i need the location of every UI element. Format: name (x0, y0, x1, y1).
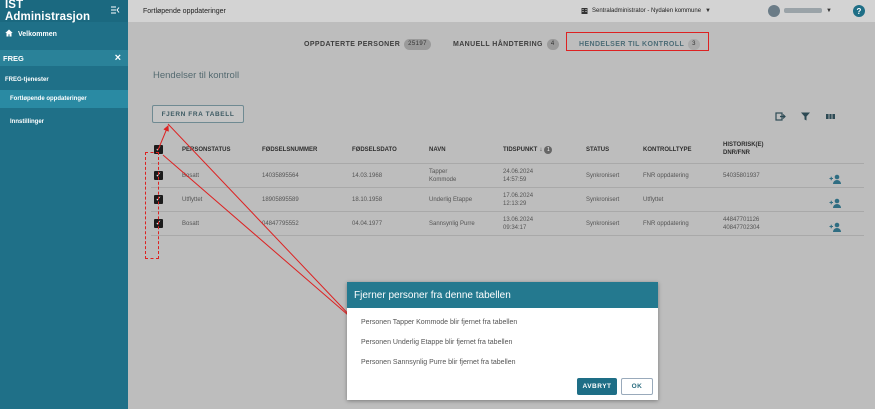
column-header[interactable]: PERSONSTATUS (182, 146, 230, 154)
sidebar: IST Administrasjon Velkommen FREG × FREG… (0, 0, 128, 409)
sidebar-item-label: Innstillinger (10, 119, 45, 125)
sidebar-item-home[interactable]: Velkommen (0, 22, 128, 46)
sidebar-item-label: Fortløpende oppdateringer (10, 96, 87, 102)
sidebar-group-freg-tjenester[interactable]: FREG-tjenester (0, 70, 128, 90)
remove-from-table-button[interactable]: FJERN FRA TABELL (152, 105, 244, 123)
chevron-down-icon: ▼ (826, 8, 832, 14)
table-row[interactable]: ✓ Utflyttet 18905895589 18.10.1958 Under… (151, 188, 864, 212)
cell-fodselsdato: 18.10.1958 (352, 197, 383, 203)
filter-icon[interactable] (800, 109, 811, 121)
sidebar-section-freg[interactable]: FREG × (0, 50, 128, 66)
ok-button[interactable]: OK (621, 378, 653, 395)
row-checkbox[interactable]: ✓ (154, 219, 163, 228)
sidebar-item-label: Velkommen (18, 30, 57, 38)
select-all-checkbox[interactable]: ✓ (154, 145, 163, 154)
tab-label: OPPDATERTE PERSONER (304, 40, 401, 48)
remove-confirm-dialog: Fjerner personer fra denne tabellen Pers… (347, 282, 658, 400)
cell-tidspunkt-date: 17.06.2024 (503, 193, 534, 199)
avatar (768, 5, 780, 17)
collapse-menu-icon[interactable] (111, 6, 120, 16)
cell-fodselsnummer: 14035895564 (262, 173, 299, 179)
column-header[interactable]: KONTROLLTYPE (643, 146, 692, 154)
cell-status: Synkronisert (586, 197, 620, 203)
cell-kontrolltype: Utflyttet (643, 197, 664, 203)
building-icon (581, 7, 588, 16)
help-icon[interactable]: ? (853, 5, 865, 17)
user-name-redacted (784, 7, 822, 15)
cell-historisk-2: 40847702304 (723, 225, 760, 231)
sort-arrow-icon: ↓ (539, 147, 543, 153)
column-header-tidspunkt[interactable]: TIDSPUNKT ↓ 1 (503, 146, 553, 154)
cell-tidspunkt-time: 12:13:29 (503, 201, 527, 207)
table-row[interactable]: ✓ Bosatt 14035895564 14.03.1968 Tapper K… (151, 164, 864, 188)
tab-label: MANUELL HÅNDTERING (453, 40, 543, 48)
cancel-button[interactable]: AVBRYT (577, 378, 617, 395)
cell-tidspunkt-time: 14:57:59 (503, 177, 527, 183)
app-title: IST Administrasjon (5, 0, 91, 23)
close-icon[interactable]: × (115, 52, 121, 64)
cell-personstatus: Bosatt (182, 221, 200, 227)
sidebar-section-label: FREG (3, 53, 24, 63)
column-header[interactable]: STATUS (586, 146, 609, 154)
cell-kontrolltype: FNR oppdatering (643, 221, 689, 227)
cell-tidspunkt-date: 13.06.2024 (503, 217, 534, 223)
table-row[interactable]: ✓ Bosatt 04847795552 04.04.1977 Sannsynl… (151, 212, 864, 236)
cell-fodselsdato: 14.03.1968 (352, 173, 383, 179)
column-header-label: TIDSPUNKT (503, 147, 538, 153)
role-label: Sentraladministrator - Nydalen kommune (592, 8, 702, 14)
user-menu[interactable]: ▼ (768, 5, 832, 17)
dialog-message-line: Personen Sannsynlig Purre blir fjernet f… (361, 359, 516, 366)
role-selector[interactable]: Sentraladministrator - Nydalen kommune ▼ (581, 7, 711, 16)
cell-personstatus: Utflyttet (182, 197, 203, 203)
cell-kontrolltype: FNR oppdatering (643, 173, 689, 179)
cell-status: Synkronisert (586, 221, 620, 227)
cell-fodselsdato: 04.04.1977 (352, 221, 383, 227)
cell-navn: Sannsynlig Purre (429, 221, 475, 227)
dialog-message-line: Personen Underlig Etappe blir fjernet fr… (361, 339, 513, 346)
tab-count-badge: 4 (546, 38, 559, 50)
column-header[interactable]: FØDSELSNUMMER (262, 146, 317, 154)
cell-historisk: 44847701126 (723, 217, 760, 223)
cell-personstatus: Bosatt (182, 173, 200, 179)
tab-oppdaterte-personer[interactable]: OPPDATERTE PERSONER 25197 (304, 35, 431, 53)
tab-bar: OPPDATERTE PERSONER 25197 MANUELL HÅNDTE… (128, 35, 875, 53)
sidebar-item-fortlopende-oppdateringer[interactable]: Fortløpende oppdateringer (0, 90, 128, 108)
row-checkbox[interactable]: ✓ (154, 171, 163, 180)
row-checkbox[interactable]: ✓ (154, 195, 163, 204)
page-title: Hendelser til kontroll (153, 70, 240, 81)
chevron-down-icon: ▼ (705, 8, 711, 14)
cell-navn: Tapper Kommode (429, 169, 457, 183)
cell-status: Synkronisert (586, 173, 620, 179)
export-icon[interactable] (775, 109, 786, 121)
home-icon (5, 29, 13, 39)
add-person-icon[interactable] (829, 219, 842, 232)
column-header[interactable]: HISTORISK(E) DNR/FNR (723, 141, 779, 157)
cell-fodselsnummer: 18905895589 (262, 197, 299, 203)
columns-icon[interactable] (825, 109, 836, 120)
column-header[interactable]: NAVN (429, 146, 446, 154)
cell-tidspunkt-date: 24.06.2024 (503, 169, 534, 175)
top-bar: Fortløpende oppdateringer Sentraladminis… (128, 0, 875, 22)
add-person-icon[interactable] (829, 195, 842, 208)
topbar-page-title: Fortløpende oppdateringer (143, 7, 226, 15)
tab-count-badge: 3 (688, 38, 700, 50)
column-header[interactable]: FØDSELSDATO (352, 146, 397, 154)
cell-tidspunkt-time: 09:34:17 (503, 225, 527, 231)
sidebar-header: IST Administrasjon (0, 0, 128, 23)
tab-manuell-handtering[interactable]: MANUELL HÅNDTERING 4 (453, 35, 559, 53)
sidebar-item-innstillinger[interactable]: Innstillinger (0, 113, 128, 131)
cell-navn: Underlig Etappe (429, 197, 473, 203)
tab-hendelser-til-kontroll[interactable]: HENDELSER TIL KONTROLL 3 (579, 35, 700, 53)
dialog-title: Fjerner personer fra denne tabellen (347, 282, 658, 308)
table-header-row: ✓ PERSONSTATUS FØDSELSNUMMER FØDSELSDATO… (151, 134, 864, 164)
cell-fodselsnummer: 04847795552 (262, 221, 299, 227)
tab-label: HENDELSER TIL KONTROLL (579, 40, 685, 48)
sort-order-badge: 1 (544, 146, 553, 154)
tab-count-badge: 25197 (404, 38, 431, 50)
dialog-message-line: Personen Tapper Kommode blir fjernet fra… (361, 319, 518, 326)
add-person-icon[interactable] (829, 171, 842, 184)
cell-historisk: 54035801937 (723, 173, 760, 179)
events-table: ✓ PERSONSTATUS FØDSELSNUMMER FØDSELSDATO… (151, 134, 864, 236)
